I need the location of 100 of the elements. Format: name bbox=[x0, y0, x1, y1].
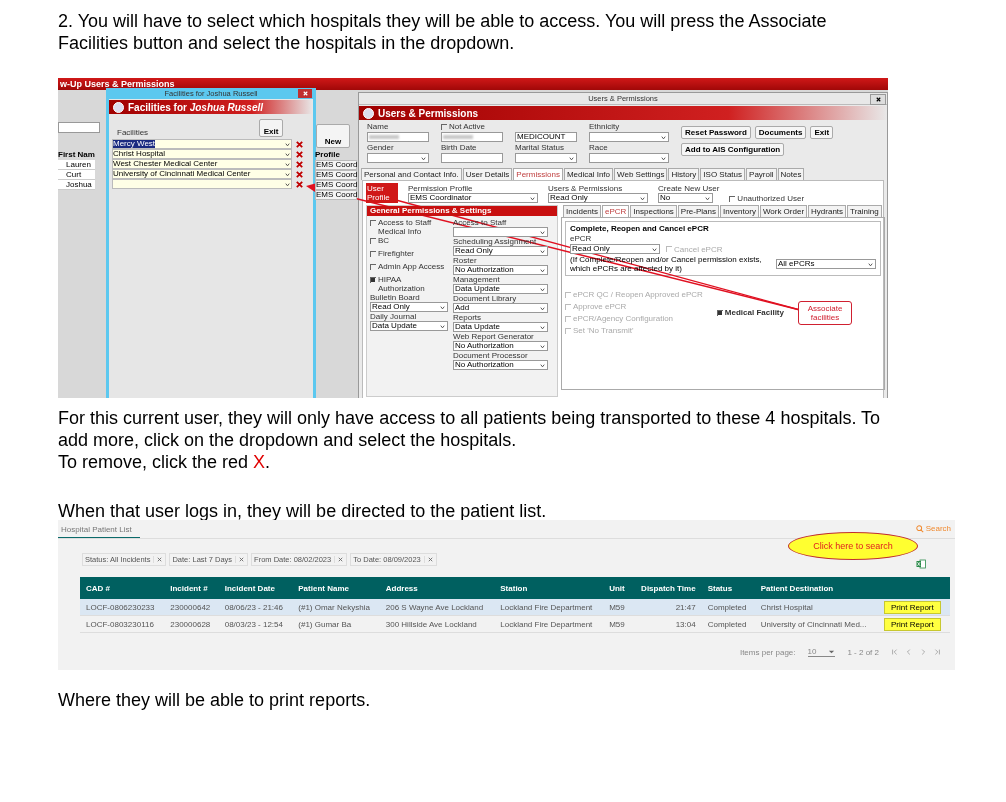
new-button[interactable]: New bbox=[316, 124, 350, 148]
explanation-text: For this current user, they will only have access to all patients being transported to these 4 hospitals. To add more, click on the dropdown and select the hospitals. To remove, click the red X. bbox=[58, 407, 882, 473]
checkbox[interactable] bbox=[370, 251, 376, 257]
tab[interactable]: Notes bbox=[777, 168, 805, 180]
page-size-dropdown[interactable]: 10 bbox=[807, 647, 836, 657]
dropdown-field[interactable]: Data Update bbox=[453, 284, 548, 294]
dropdown-field[interactable]: No bbox=[658, 193, 713, 203]
table-cell: Christ Hospital bbox=[754, 599, 879, 616]
dropdown-field[interactable] bbox=[515, 153, 577, 163]
remove-icon[interactable] bbox=[295, 179, 304, 189]
action-button[interactable]: Documents bbox=[754, 126, 807, 139]
dropdown-field[interactable] bbox=[112, 179, 292, 189]
checkbox-label: Firefighter bbox=[378, 249, 414, 258]
close-icon[interactable] bbox=[153, 556, 164, 563]
checkbox[interactable] bbox=[716, 309, 723, 316]
text-field[interactable]: MEDICOUNT bbox=[515, 132, 577, 142]
field-label: Roster bbox=[453, 256, 478, 265]
dropdown-field[interactable]: All ePCRs bbox=[776, 259, 876, 269]
checkbox[interactable] bbox=[370, 220, 376, 226]
table-cell: Lockland Fire Department bbox=[494, 615, 604, 633]
section-header: General Permissions & Settings bbox=[367, 206, 557, 216]
checkbox[interactable] bbox=[441, 123, 447, 130]
dropdown-field[interactable]: Christ Hospital bbox=[112, 149, 292, 159]
table-cell: LOCF-0806230233 bbox=[80, 599, 165, 616]
dropdown-field[interactable] bbox=[589, 132, 669, 142]
field-label: Gender bbox=[367, 143, 395, 152]
checkbox[interactable] bbox=[370, 238, 376, 244]
dropdown-field[interactable]: Read Only bbox=[548, 193, 648, 203]
dropdown-field[interactable]: No Authorization bbox=[453, 341, 548, 351]
tab[interactable]: Web Settings bbox=[614, 168, 668, 180]
dropdown-field[interactable]: Read Only bbox=[570, 244, 660, 254]
dropdown-field[interactable] bbox=[453, 227, 548, 237]
dropdown-field[interactable]: No Authorization bbox=[453, 265, 548, 275]
checkbox-label: Unauthorized User bbox=[737, 194, 805, 203]
tab[interactable]: Inspections bbox=[630, 205, 677, 217]
dropdown-field[interactable]: Read Only bbox=[370, 302, 448, 312]
spreadsheet-icon[interactable] bbox=[916, 558, 926, 570]
action-button[interactable]: Add to AIS Configuration bbox=[681, 143, 785, 156]
table-row[interactable]: LOCF-0803230116 230000628 08/03/23 - 12:54 (#1) Gumar Ba 300 Hillside Ave Lockland Lockland Fire Department M59 13:04 Completed University of Cincinnati Med... Print Report bbox=[80, 615, 950, 633]
tab[interactable]: Payroll bbox=[746, 168, 777, 180]
tab[interactable]: User Details bbox=[462, 168, 513, 180]
tab[interactable]: Work Order bbox=[759, 205, 808, 217]
dropdown-field[interactable]: Data Update bbox=[370, 321, 448, 331]
dropdown-field[interactable]: EMS Coordinator bbox=[408, 193, 538, 203]
tab[interactable]: Incidents bbox=[563, 205, 602, 217]
table-row[interactable]: LOCF-0806230233 230000642 08/06/23 - 21:46 (#1) Omar Nekyshia 206 S Wayne Ave Lockland Lockland Fire Department M59 21:47 Completed Christ Hospital Print Report bbox=[80, 599, 950, 616]
tab[interactable]: Medical Info bbox=[563, 168, 614, 180]
tab[interactable]: History bbox=[668, 168, 700, 180]
checkbox-label: Medical Facility bbox=[724, 308, 784, 317]
close-icon[interactable] bbox=[235, 556, 246, 563]
field-label: Bulletin Board bbox=[370, 293, 421, 302]
tab[interactable]: Pre-Plans bbox=[677, 205, 719, 217]
print-report-button[interactable]: Print Report bbox=[884, 600, 941, 614]
table-cell: 230000642 bbox=[164, 599, 219, 616]
field-label: Race bbox=[589, 143, 609, 152]
remove-icon[interactable] bbox=[295, 169, 304, 179]
dropdown-field[interactable]: No Authorization bbox=[453, 360, 548, 370]
dropdown-field[interactable]: Mercy West bbox=[112, 139, 292, 149]
dropdown-field[interactable] bbox=[589, 153, 669, 163]
close-icon[interactable] bbox=[423, 556, 434, 563]
dropdown-field[interactable] bbox=[367, 153, 429, 163]
tab[interactable]: Training bbox=[847, 205, 882, 217]
tab[interactable]: ePCR bbox=[602, 205, 630, 217]
associate-facilities-button[interactable]: Associate facilities bbox=[798, 300, 852, 325]
tab[interactable]: Permissions bbox=[513, 168, 563, 180]
remove-icon[interactable] bbox=[295, 139, 304, 149]
tab[interactable]: Hospital Patient List bbox=[58, 525, 140, 538]
checkbox[interactable] bbox=[729, 195, 736, 202]
page-range: 1 - 2 of 2 bbox=[847, 647, 879, 657]
action-button[interactable]: Reset Password bbox=[681, 126, 751, 139]
date-field[interactable] bbox=[441, 153, 503, 163]
remove-icon[interactable] bbox=[295, 149, 304, 159]
close-icon[interactable] bbox=[334, 556, 345, 563]
blurred-field[interactable] bbox=[367, 132, 429, 142]
field-label: Permission Profile bbox=[408, 184, 474, 193]
pager-label: Items per page: bbox=[739, 647, 796, 657]
checkbox-label: Not Active bbox=[449, 122, 485, 131]
dropdown-field[interactable]: Add bbox=[453, 303, 548, 313]
table-cell: University of Cincinnati Med... bbox=[754, 615, 879, 633]
checkbox-label: Cancel ePCR bbox=[674, 244, 723, 254]
column-header: Incident # bbox=[164, 577, 219, 599]
dropdown-field[interactable]: Read Only bbox=[453, 246, 548, 256]
checkbox[interactable] bbox=[370, 264, 376, 270]
search-field[interactable] bbox=[58, 122, 100, 133]
close-button[interactable] bbox=[870, 94, 886, 105]
exit-button[interactable]: Exit bbox=[259, 119, 283, 137]
tab[interactable]: Inventory bbox=[719, 205, 759, 217]
tab[interactable]: ISO Status bbox=[700, 168, 746, 180]
remove-icon[interactable] bbox=[295, 159, 304, 169]
table-cell: 08/03/23 - 12:54 bbox=[218, 615, 293, 633]
column-header: First Nam bbox=[58, 150, 95, 160]
blurred-field[interactable] bbox=[441, 132, 503, 142]
table-cell: M59 bbox=[603, 599, 632, 616]
tab[interactable]: Hydrants bbox=[808, 205, 847, 217]
action-button[interactable]: Exit bbox=[810, 126, 834, 139]
print-report-button[interactable]: Print Report bbox=[884, 617, 941, 631]
checkbox[interactable] bbox=[370, 277, 376, 283]
tab[interactable]: Personal and Contact Info. bbox=[361, 168, 462, 180]
dropdown-field[interactable]: Data Update bbox=[453, 322, 548, 332]
checkbox-label: ePCR QC / Reopen Approved ePCR bbox=[573, 290, 703, 299]
